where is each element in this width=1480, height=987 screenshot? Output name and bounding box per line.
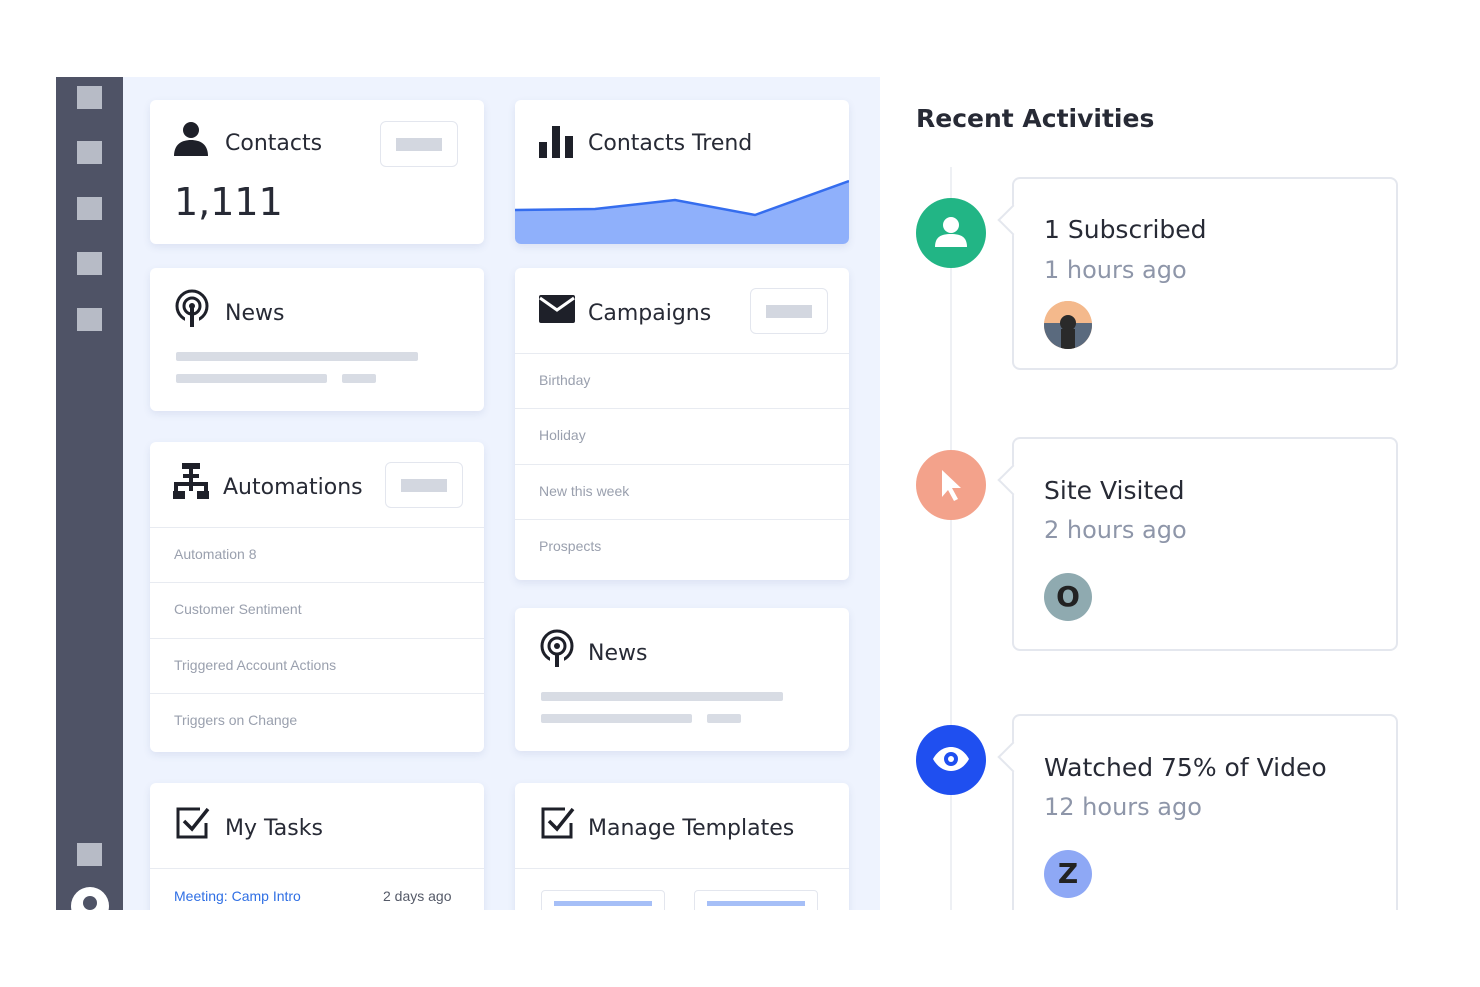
campaign-list-item[interactable]: Prospects: [515, 519, 849, 574]
automation-list-item[interactable]: Triggered Account Actions: [150, 638, 484, 693]
avatar[interactable]: [1044, 301, 1092, 349]
checkbox-icon: [176, 807, 210, 839]
activity-icon: [916, 725, 986, 795]
app-window: Contacts 1,111 Contacts Trend News Campa…: [56, 77, 1428, 910]
envelope-icon: [539, 295, 575, 323]
podcast-icon: [175, 289, 209, 327]
recent-activities-title: Recent Activities: [916, 104, 1155, 133]
activity-event: Watched 75% of Video: [1044, 753, 1327, 782]
news-title: News: [225, 301, 285, 326]
contacts-count: 1,111: [174, 180, 283, 224]
manage-templates-card[interactable]: Manage Templates: [515, 783, 849, 910]
contacts-action-button[interactable]: [380, 121, 458, 167]
person-icon: [935, 217, 967, 247]
my-tasks-card[interactable]: My Tasks Meeting: Camp Intro 2 days ago: [150, 783, 484, 910]
news-card[interactable]: News: [515, 608, 849, 751]
news-placeholder-line: [176, 352, 418, 361]
sidebar-nav-item[interactable]: [77, 141, 102, 164]
campaign-list-item[interactable]: New this week: [515, 464, 849, 519]
contacts-trend-card[interactable]: Contacts Trend: [515, 100, 849, 244]
task-time: 2 days ago: [383, 888, 452, 904]
avatar-photo: [1044, 301, 1092, 349]
automations-action-button[interactable]: [385, 462, 463, 508]
avatar[interactable]: Z: [1044, 850, 1092, 898]
activity-event: Site Visited: [1044, 476, 1185, 505]
user-avatar[interactable]: [71, 887, 109, 910]
person-icon: [174, 122, 208, 156]
news-card[interactable]: News: [150, 268, 484, 411]
dashboard: Contacts 1,111 Contacts Trend News Campa…: [123, 77, 880, 910]
automation-flow-icon: [173, 463, 209, 499]
campaign-list-item[interactable]: Holiday: [515, 408, 849, 463]
contacts-title: Contacts: [225, 131, 323, 156]
trend-area-chart: [515, 179, 849, 244]
sidebar-nav-item[interactable]: [77, 86, 102, 109]
template-thumbnail[interactable]: [541, 890, 665, 910]
automations-title: Automations: [223, 475, 363, 500]
my-tasks-title: My Tasks: [225, 816, 323, 841]
recent-activities-panel: Recent Activities 1 Subscribed 1 hours a…: [880, 77, 1428, 910]
campaigns-card[interactable]: Campaigns Birthday Holiday New this week…: [515, 268, 849, 580]
news-placeholder-line: [707, 714, 741, 723]
avatar[interactable]: O: [1044, 573, 1092, 621]
checkbox-icon: [541, 807, 575, 839]
sidebar-nav-item[interactable]: [77, 843, 102, 866]
contacts-card[interactable]: Contacts 1,111: [150, 100, 484, 244]
news-title: News: [588, 641, 648, 666]
bar-chart-icon: [539, 126, 573, 158]
podcast-icon: [540, 629, 574, 667]
news-placeholder-line: [541, 692, 783, 701]
sidebar-nav-item[interactable]: [77, 252, 102, 275]
timeline-line: [950, 167, 952, 910]
activity-time: 12 hours ago: [1044, 793, 1202, 821]
task-link[interactable]: Meeting: Camp Intro: [174, 888, 301, 904]
news-placeholder-line: [342, 374, 376, 383]
automation-list-item[interactable]: Customer Sentiment: [150, 582, 484, 637]
task-row[interactable]: Meeting: Camp Intro 2 days ago: [150, 868, 484, 910]
template-thumbnail[interactable]: [694, 890, 818, 910]
eye-icon: [933, 747, 969, 771]
automations-card[interactable]: Automations Automation 8 Customer Sentim…: [150, 442, 484, 752]
automation-list-item[interactable]: Automation 8: [150, 527, 484, 582]
campaign-list-item[interactable]: Birthday: [515, 353, 849, 408]
activity-icon: [916, 198, 986, 268]
campaigns-action-button[interactable]: [750, 288, 828, 334]
manage-templates-title: Manage Templates: [588, 816, 795, 841]
news-placeholder-line: [541, 714, 692, 723]
sidebar: [56, 77, 123, 910]
activity-event: 1 Subscribed: [1044, 215, 1207, 244]
news-placeholder-line: [176, 374, 327, 383]
contacts-trend-title: Contacts Trend: [588, 131, 753, 156]
activity-icon: [916, 450, 986, 520]
activity-card[interactable]: Site Visited 2 hours ago O: [1012, 437, 1398, 651]
activity-time: 2 hours ago: [1044, 516, 1187, 544]
activity-card[interactable]: Watched 75% of Video 12 hours ago Z: [1012, 714, 1398, 910]
automation-list-item[interactable]: Triggers on Change: [150, 693, 484, 748]
campaigns-title: Campaigns: [588, 301, 712, 326]
cursor-icon: [942, 470, 961, 501]
sidebar-nav-item[interactable]: [77, 197, 102, 220]
sidebar-nav-item[interactable]: [77, 308, 102, 331]
activity-card[interactable]: 1 Subscribed 1 hours ago: [1012, 177, 1398, 370]
activity-time: 1 hours ago: [1044, 256, 1187, 284]
